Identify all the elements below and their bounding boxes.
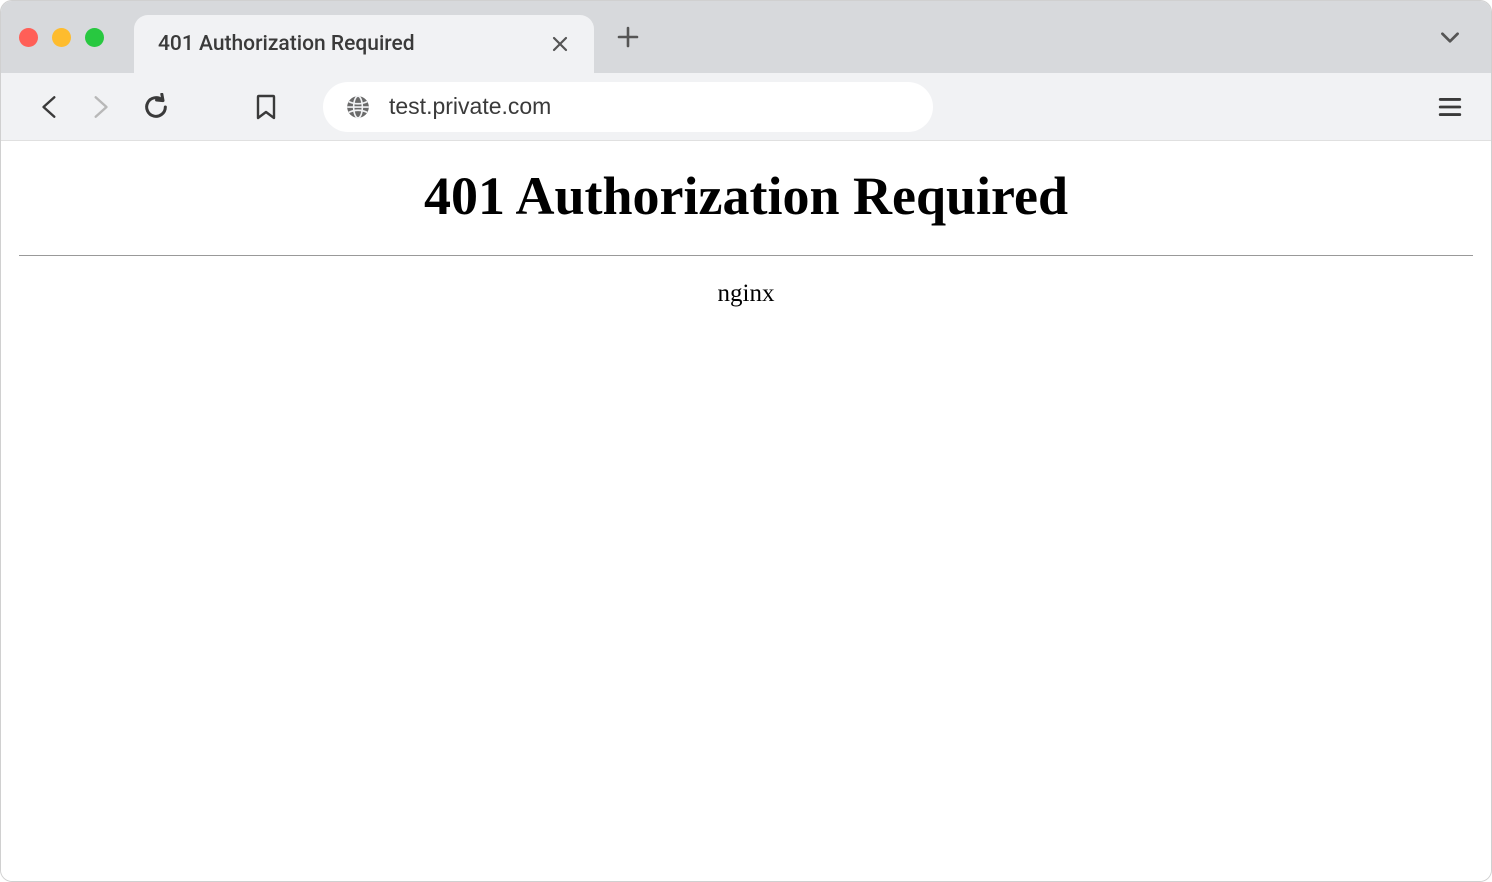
bookmark-icon bbox=[254, 93, 278, 121]
close-tab-button[interactable] bbox=[550, 34, 570, 54]
error-heading: 401 Authorization Required bbox=[19, 165, 1473, 227]
chevron-down-icon bbox=[1437, 24, 1463, 50]
toolbar bbox=[1, 73, 1491, 141]
window-maximize-button[interactable] bbox=[85, 28, 104, 47]
globe-icon bbox=[345, 94, 371, 120]
active-tab[interactable]: 401 Authorization Required bbox=[134, 15, 594, 73]
plus-icon bbox=[616, 25, 640, 49]
back-icon bbox=[37, 94, 63, 120]
menu-button[interactable] bbox=[1437, 94, 1463, 120]
forward-icon bbox=[87, 94, 113, 120]
browser-window: 401 Authorization Required bbox=[0, 0, 1492, 882]
bookmark-button[interactable] bbox=[245, 86, 287, 128]
reload-button[interactable] bbox=[135, 86, 177, 128]
tab-title: 401 Authorization Required bbox=[158, 32, 415, 56]
page-content: 401 Authorization Required nginx bbox=[1, 141, 1491, 881]
server-name: nginx bbox=[19, 280, 1473, 308]
forward-button[interactable] bbox=[79, 86, 121, 128]
site-info-button[interactable] bbox=[345, 94, 371, 120]
url-bar[interactable] bbox=[323, 82, 933, 132]
new-tab-button[interactable] bbox=[616, 25, 640, 49]
close-icon bbox=[551, 35, 569, 53]
window-controls bbox=[19, 28, 104, 47]
window-minimize-button[interactable] bbox=[52, 28, 71, 47]
reload-icon bbox=[142, 93, 170, 121]
tab-list-button[interactable] bbox=[1437, 24, 1473, 50]
back-button[interactable] bbox=[29, 86, 71, 128]
divider bbox=[19, 255, 1473, 256]
window-close-button[interactable] bbox=[19, 28, 38, 47]
tab-bar: 401 Authorization Required bbox=[1, 1, 1491, 73]
hamburger-icon bbox=[1437, 94, 1463, 120]
url-input[interactable] bbox=[389, 93, 911, 120]
